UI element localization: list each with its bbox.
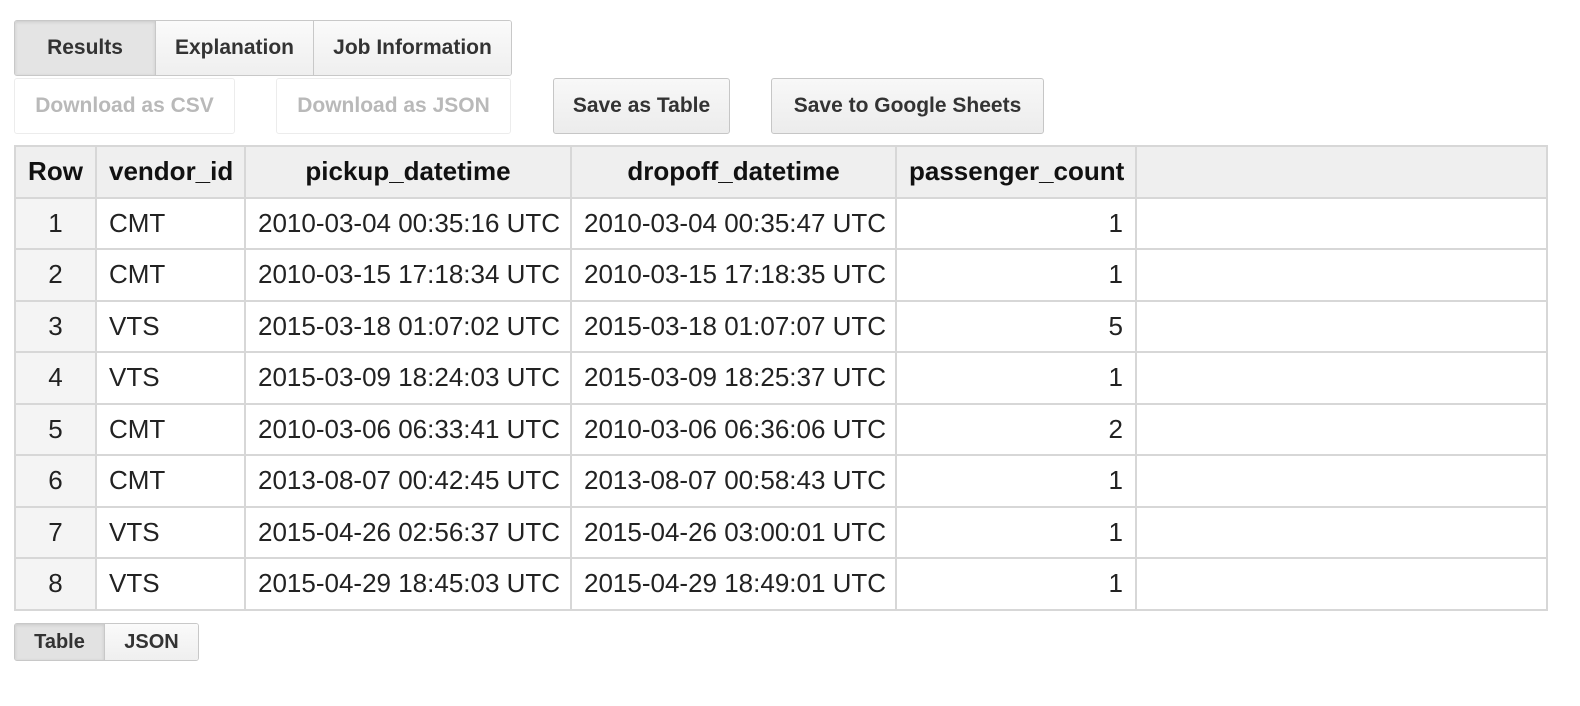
query-results-panel: Results Explanation Job Information Down… bbox=[0, 0, 1580, 706]
table-row: 7 VTS 2015-04-26 02:56:37 UTC 2015-04-26… bbox=[14, 505, 1548, 559]
filler-cell bbox=[1135, 505, 1548, 559]
vendor-id-cell: VTS bbox=[95, 299, 246, 353]
dropoff-datetime-cell: 2010-03-15 17:18:35 UTC bbox=[570, 248, 897, 302]
passenger-count-cell: 1 bbox=[895, 248, 1137, 302]
tab-job-information[interactable]: Job Information bbox=[314, 21, 511, 75]
row-number: 2 bbox=[14, 248, 97, 302]
row-number: 7 bbox=[14, 505, 97, 559]
table-header-row: Row vendor_id pickup_datetime dropoff_da… bbox=[14, 145, 1548, 199]
view-json-button[interactable]: JSON bbox=[105, 624, 198, 660]
table-row: 4 VTS 2015-03-09 18:24:03 UTC 2015-03-09… bbox=[14, 351, 1548, 405]
filler-cell bbox=[1135, 454, 1548, 508]
row-number: 6 bbox=[14, 454, 97, 508]
row-number: 3 bbox=[14, 299, 97, 353]
table-row: 2 CMT 2010-03-15 17:18:34 UTC 2010-03-15… bbox=[14, 248, 1548, 302]
dropoff-datetime-cell: 2015-04-29 18:49:01 UTC bbox=[570, 557, 897, 611]
passenger-count-cell: 1 bbox=[895, 557, 1137, 611]
column-header-pickup-datetime: pickup_datetime bbox=[244, 145, 572, 199]
column-header-passenger-count: passenger_count bbox=[895, 145, 1137, 199]
passenger-count-cell: 5 bbox=[895, 299, 1137, 353]
download-csv-button[interactable]: Download as CSV bbox=[14, 78, 235, 134]
vendor-id-cell: VTS bbox=[95, 557, 246, 611]
column-header-vendor-id: vendor_id bbox=[95, 145, 246, 199]
dropoff-datetime-cell: 2010-03-04 00:35:47 UTC bbox=[570, 196, 897, 250]
download-json-button[interactable]: Download as JSON bbox=[276, 78, 511, 134]
filler-cell bbox=[1135, 248, 1548, 302]
pickup-datetime-cell: 2015-03-09 18:24:03 UTC bbox=[244, 351, 572, 405]
filler-cell bbox=[1135, 299, 1548, 353]
table-row: 5 CMT 2010-03-06 06:33:41 UTC 2010-03-06… bbox=[14, 402, 1548, 456]
row-number: 4 bbox=[14, 351, 97, 405]
save-to-google-sheets-button[interactable]: Save to Google Sheets bbox=[771, 78, 1044, 134]
passenger-count-cell: 1 bbox=[895, 196, 1137, 250]
pickup-datetime-cell: 2010-03-04 00:35:16 UTC bbox=[244, 196, 572, 250]
table-row: 3 VTS 2015-03-18 01:07:02 UTC 2015-03-18… bbox=[14, 299, 1548, 353]
passenger-count-cell: 1 bbox=[895, 505, 1137, 559]
vendor-id-cell: CMT bbox=[95, 454, 246, 508]
row-number: 5 bbox=[14, 402, 97, 456]
filler-cell bbox=[1135, 402, 1548, 456]
filler-cell bbox=[1135, 557, 1548, 611]
results-table: Row vendor_id pickup_datetime dropoff_da… bbox=[14, 145, 1548, 611]
vendor-id-cell: CMT bbox=[95, 248, 246, 302]
passenger-count-cell: 1 bbox=[895, 351, 1137, 405]
dropoff-datetime-cell: 2010-03-06 06:36:06 UTC bbox=[570, 402, 897, 456]
row-number: 1 bbox=[14, 196, 97, 250]
column-header-row: Row bbox=[14, 145, 97, 199]
view-toggle: Table JSON bbox=[14, 623, 199, 661]
vendor-id-cell: VTS bbox=[95, 351, 246, 405]
filler-cell bbox=[1135, 351, 1548, 405]
tab-results[interactable]: Results bbox=[15, 21, 156, 75]
passenger-count-cell: 2 bbox=[895, 402, 1137, 456]
view-table-button[interactable]: Table bbox=[15, 624, 105, 660]
table-row: 1 CMT 2010-03-04 00:35:16 UTC 2010-03-04… bbox=[14, 196, 1548, 250]
vendor-id-cell: CMT bbox=[95, 402, 246, 456]
row-number: 8 bbox=[14, 557, 97, 611]
dropoff-datetime-cell: 2015-03-18 01:07:07 UTC bbox=[570, 299, 897, 353]
passenger-count-cell: 1 bbox=[895, 454, 1137, 508]
tab-explanation[interactable]: Explanation bbox=[156, 21, 314, 75]
save-as-table-button[interactable]: Save as Table bbox=[553, 78, 730, 134]
table-row: 8 VTS 2015-04-29 18:45:03 UTC 2015-04-29… bbox=[14, 557, 1548, 611]
pickup-datetime-cell: 2010-03-15 17:18:34 UTC bbox=[244, 248, 572, 302]
pickup-datetime-cell: 2013-08-07 00:42:45 UTC bbox=[244, 454, 572, 508]
filler-cell bbox=[1135, 196, 1548, 250]
pickup-datetime-cell: 2015-03-18 01:07:02 UTC bbox=[244, 299, 572, 353]
vendor-id-cell: VTS bbox=[95, 505, 246, 559]
results-tabbar: Results Explanation Job Information bbox=[14, 20, 512, 76]
dropoff-datetime-cell: 2015-04-26 03:00:01 UTC bbox=[570, 505, 897, 559]
dropoff-datetime-cell: 2015-03-09 18:25:37 UTC bbox=[570, 351, 897, 405]
pickup-datetime-cell: 2010-03-06 06:33:41 UTC bbox=[244, 402, 572, 456]
table-row: 6 CMT 2013-08-07 00:42:45 UTC 2013-08-07… bbox=[14, 454, 1548, 508]
dropoff-datetime-cell: 2013-08-07 00:58:43 UTC bbox=[570, 454, 897, 508]
pickup-datetime-cell: 2015-04-29 18:45:03 UTC bbox=[244, 557, 572, 611]
column-header-dropoff-datetime: dropoff_datetime bbox=[570, 145, 897, 199]
vendor-id-cell: CMT bbox=[95, 196, 246, 250]
column-header-filler bbox=[1135, 145, 1548, 199]
pickup-datetime-cell: 2015-04-26 02:56:37 UTC bbox=[244, 505, 572, 559]
